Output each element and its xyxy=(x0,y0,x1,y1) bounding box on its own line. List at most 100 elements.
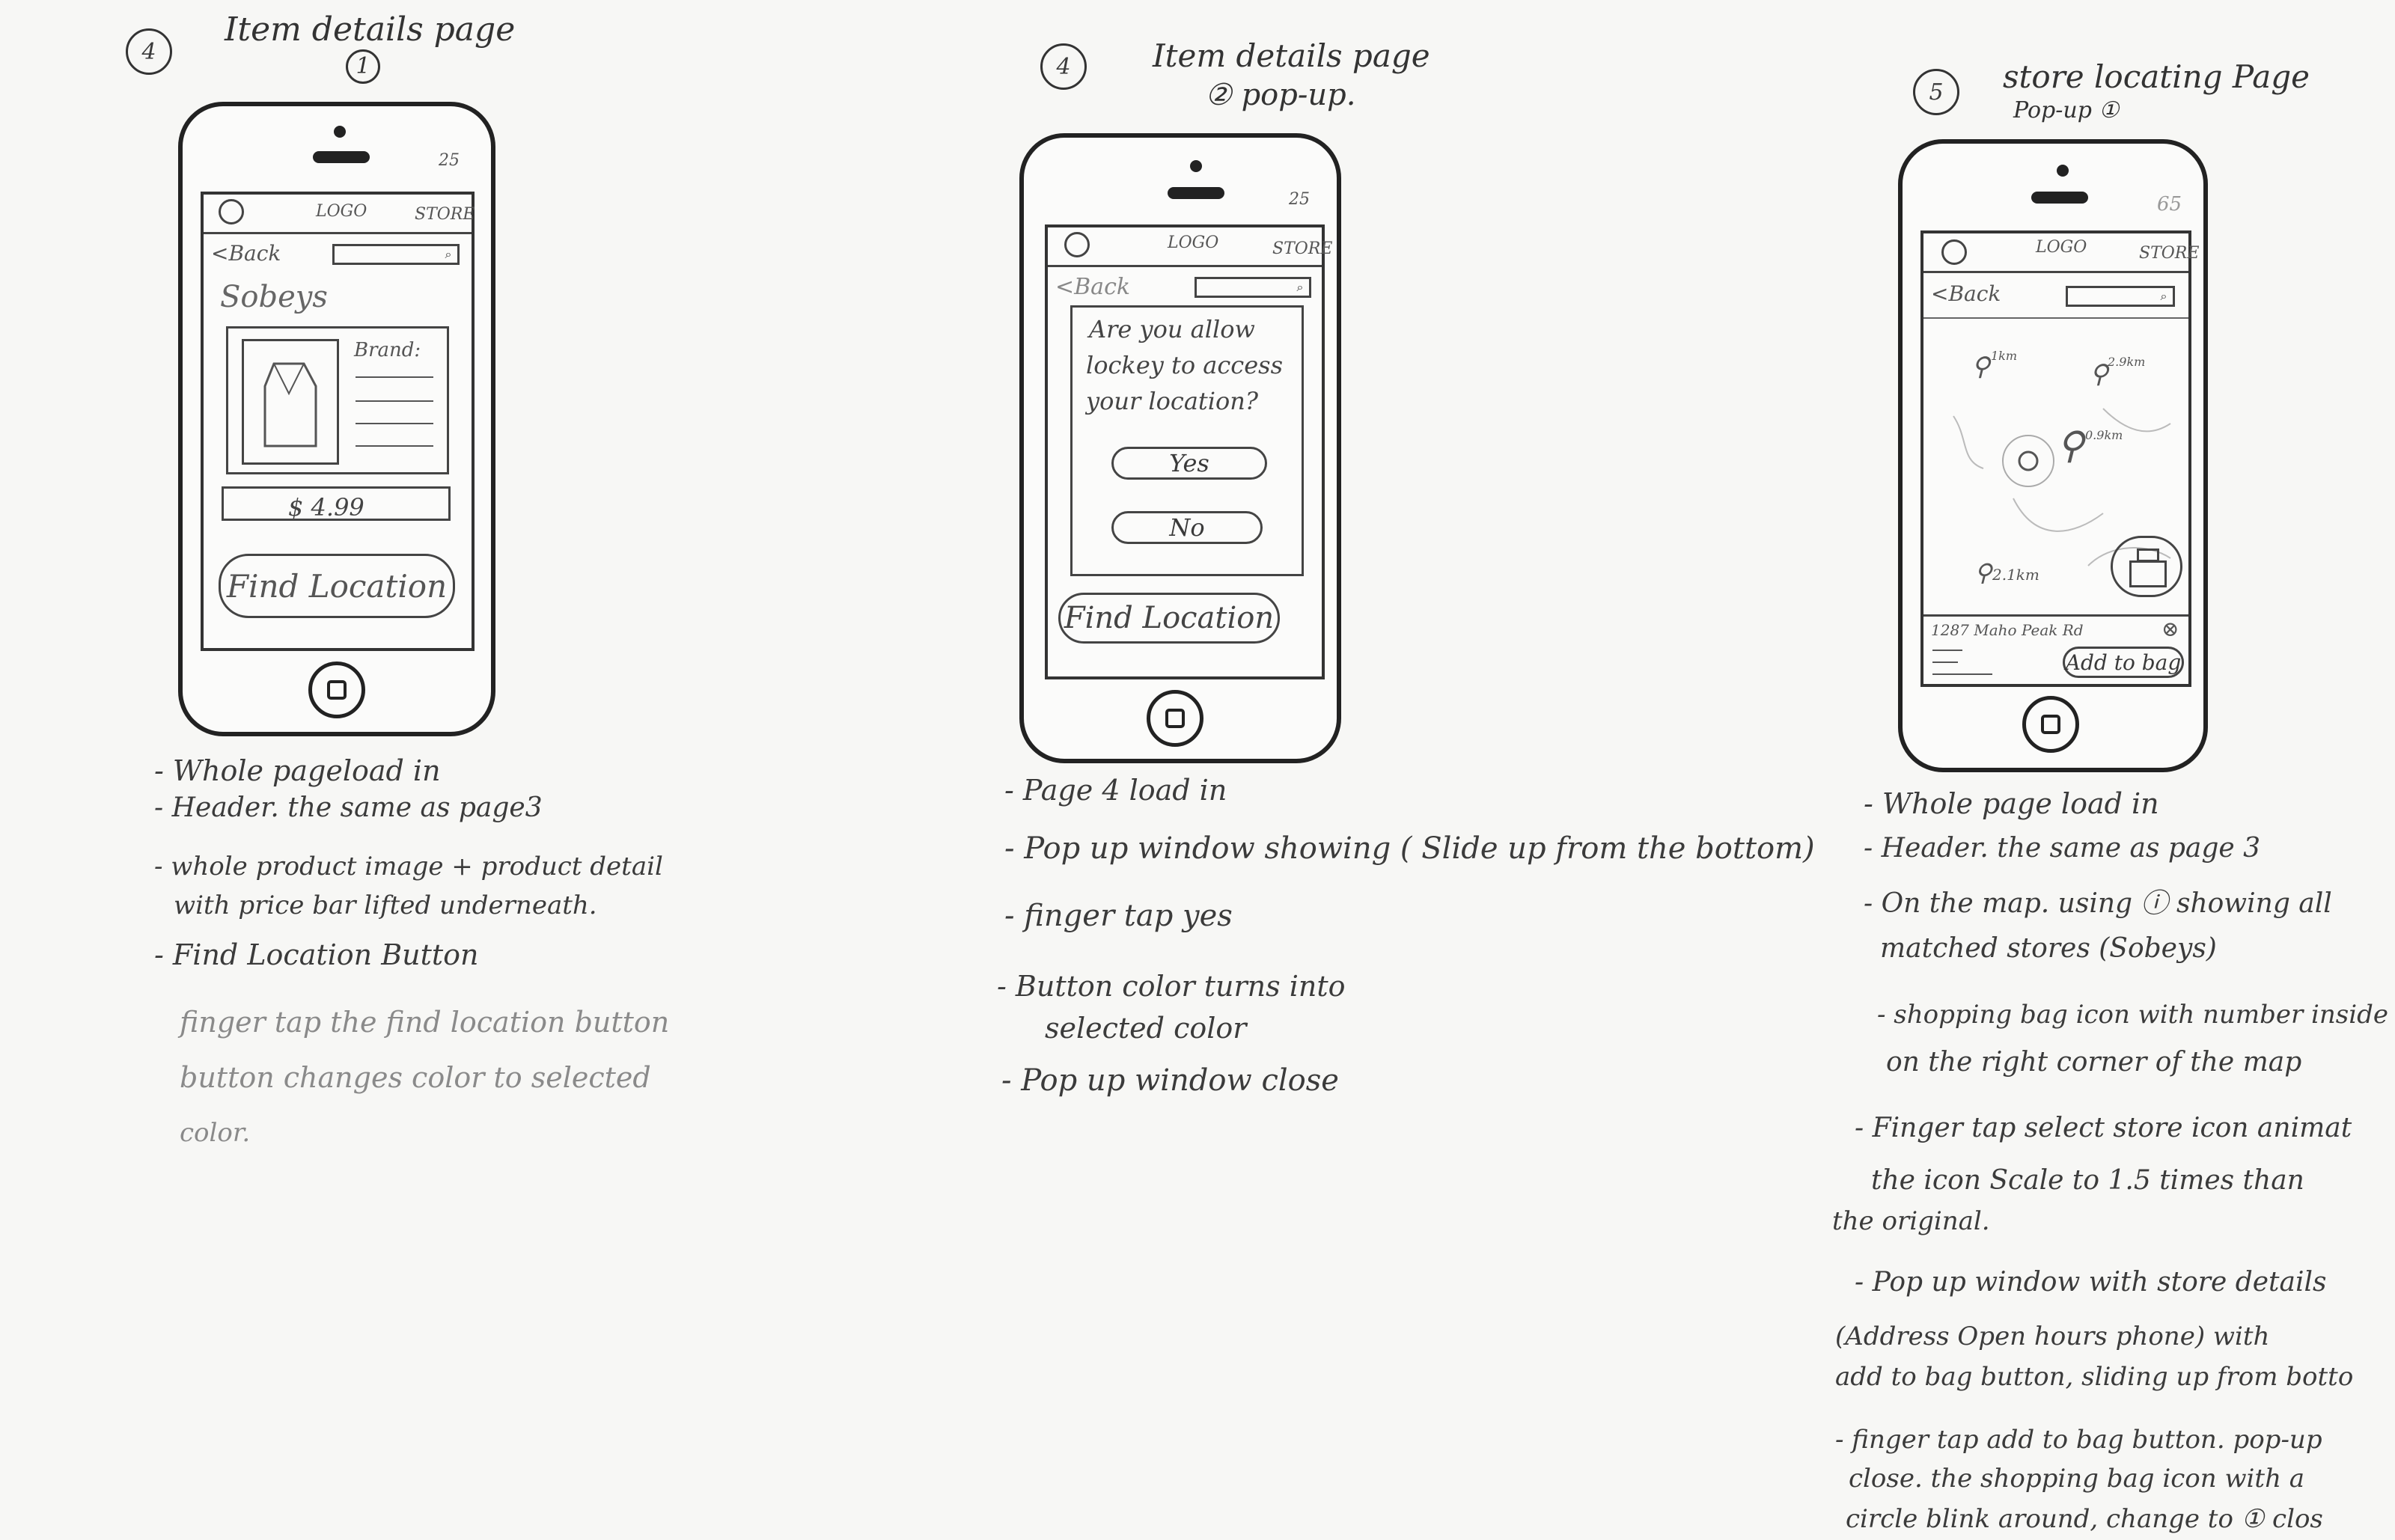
store-link[interactable]: STORE xyxy=(415,205,475,224)
detail-line xyxy=(1932,673,1992,675)
note-line: - Button color turns into xyxy=(997,970,1346,1003)
bag-handle xyxy=(2137,549,2159,562)
detail-line xyxy=(356,376,433,378)
note-line: - shopping bag icon with number inside xyxy=(1877,1000,2388,1030)
distance-label: 2.1km xyxy=(1992,566,2039,584)
home-button[interactable] xyxy=(308,661,365,718)
store-address: 1287 Maho Peak Rd xyxy=(1931,621,2084,639)
panel-subtitle: Pop-up ① xyxy=(2013,97,2120,123)
phone-screen: LOGO STORE <Back ⌕ Are you allow lockey … xyxy=(1045,224,1332,679)
phone-frame: 65 LOGO STORE <Back ⌕ ⚲ 1km ⚲ 2.9km ⚲ 0.… xyxy=(1898,139,2208,772)
note-line: finger tap the find location button xyxy=(180,1006,670,1039)
detail-line xyxy=(356,400,433,402)
note-line: - finger tap yes xyxy=(1004,899,1233,933)
note-line: selected color xyxy=(1045,1012,1247,1045)
product-detail-card: Brand: xyxy=(226,326,449,474)
panel-title: store locating Page xyxy=(2003,58,2310,95)
find-location-button[interactable]: Find Location xyxy=(1058,593,1280,644)
no-button[interactable]: No xyxy=(1111,511,1263,544)
popup-text: Are you allow xyxy=(1089,315,1255,343)
close-icon[interactable]: ⊗ xyxy=(2161,617,2179,641)
search-input[interactable]: ⌕ xyxy=(1195,277,1311,298)
popup-text: lockey to access xyxy=(1086,351,1283,379)
profile-icon[interactable] xyxy=(1064,232,1090,257)
note-line: - finger tap add to bag button. pop-up xyxy=(1835,1425,2322,1455)
home-button[interactable] xyxy=(1147,690,1203,747)
logo: LOGO xyxy=(2036,238,2087,257)
search-icon[interactable]: ⌕ xyxy=(1293,281,1308,294)
product-image xyxy=(242,339,339,465)
note-line: color. xyxy=(180,1118,251,1148)
popup-text: your location? xyxy=(1086,387,1259,415)
app-header: LOGO STORE xyxy=(1923,233,2199,273)
profile-icon[interactable] xyxy=(219,199,244,224)
note-line: close. the shopping bag icon with a xyxy=(1849,1464,2305,1494)
note-line: - Header. the same as page3 xyxy=(154,792,543,823)
home-square-icon xyxy=(2041,715,2060,734)
yes-button[interactable]: Yes xyxy=(1111,447,1267,480)
store-name: Sobeys xyxy=(220,280,328,314)
store-link[interactable]: STORE xyxy=(1272,239,1332,258)
store-pin-icon[interactable]: ⚲ xyxy=(1971,352,1990,382)
panel-number: 4 xyxy=(1040,43,1087,90)
detail-line xyxy=(1932,650,1962,651)
map-area[interactable]: ⚲ 1km ⚲ 2.9km ⚲ 0.9km ⚲ 2.1km xyxy=(1923,317,2188,617)
search-icon[interactable]: ⌕ xyxy=(2156,290,2171,303)
phone-frame: 25 LOGO STORE <Back ⌕ Are you allow lock… xyxy=(1019,133,1341,763)
phone-speaker xyxy=(313,151,370,163)
brand-label: Brand: xyxy=(354,339,421,361)
phone-camera xyxy=(2057,165,2069,177)
panel-subtitle: 1 xyxy=(346,49,380,84)
home-button[interactable] xyxy=(2022,696,2079,753)
phone-screen: LOGO STORE <Back ⌕ Sobeys Brand: $ 4.99 … xyxy=(201,192,475,651)
distance-label: 1km xyxy=(1991,349,2018,363)
store-pin-icon[interactable]: ⚲ xyxy=(2090,359,2108,389)
note-line: - Header. the same as page 3 xyxy=(1864,833,2261,864)
store-link[interactable]: STORE xyxy=(2139,244,2199,263)
price-text: $ 4.99 xyxy=(288,493,364,522)
search-input[interactable]: ⌕ xyxy=(2066,286,2175,307)
status-indicator: 65 xyxy=(2157,193,2182,216)
phone-screen: LOGO STORE <Back ⌕ ⚲ 1km ⚲ 2.9km ⚲ 0.9km… xyxy=(1920,230,2199,687)
status-indicator: 25 xyxy=(439,151,460,170)
note-line: - Find Location Button xyxy=(154,938,479,971)
search-input[interactable]: ⌕ xyxy=(332,244,460,265)
phone-camera xyxy=(1190,160,1202,172)
note-line: - Pop up window close xyxy=(1001,1063,1339,1098)
logo: LOGO xyxy=(316,202,367,221)
note-line: - Finger tap select store icon animat xyxy=(1855,1113,2352,1143)
note-line: - Pop up window with store details xyxy=(1855,1267,2327,1298)
add-to-bag-button[interactable]: Add to bag xyxy=(2063,647,2184,678)
find-location-button[interactable]: Find Location xyxy=(219,554,455,618)
panel-title: Item details page xyxy=(1153,37,1430,74)
note-line: the original. xyxy=(1832,1206,1990,1236)
selected-store-pin-icon[interactable]: ⚲ xyxy=(2057,424,2084,467)
app-header: LOGO STORE xyxy=(1048,227,1332,267)
note-line: add to bag button, sliding up from botto xyxy=(1835,1362,2354,1392)
panel-number: 4 xyxy=(126,28,172,75)
note-line: - whole product image + product detail xyxy=(154,852,663,881)
search-icon[interactable]: ⌕ xyxy=(441,248,456,261)
store-pin-icon[interactable]: ⚲ xyxy=(1974,558,1992,587)
shopping-bag-icon[interactable] xyxy=(2111,536,2182,597)
note-line: button changes color to selected xyxy=(180,1061,651,1094)
status-indicator: 25 xyxy=(1289,190,1310,209)
note-line: on the right corner of the map xyxy=(1886,1047,2302,1078)
back-button[interactable]: <Back xyxy=(1931,281,2001,306)
logo: LOGO xyxy=(1168,233,1219,252)
home-square-icon xyxy=(1165,709,1185,728)
phone-frame: 25 LOGO STORE <Back ⌕ Sobeys Brand: $ 4.… xyxy=(178,102,495,736)
back-button[interactable]: <Back xyxy=(211,241,281,266)
back-button[interactable]: <Back xyxy=(1055,274,1130,300)
distance-label: 2.9km xyxy=(2108,355,2146,369)
panel-title: Item details page xyxy=(225,10,516,49)
bag-body xyxy=(2129,560,2167,587)
note-line: circle blink around, change to ① clos xyxy=(1846,1504,2323,1534)
note-line: - Pop up window showing ( Slide up from … xyxy=(1004,831,1815,866)
price-bar: $ 4.99 xyxy=(222,486,451,522)
location-permission-popup: Are you allow lockey to access your loca… xyxy=(1070,305,1304,576)
profile-icon[interactable] xyxy=(1941,239,1967,265)
phone-camera xyxy=(334,126,346,138)
note-line: - Whole pageload in xyxy=(154,754,441,787)
detail-line xyxy=(1932,661,1958,663)
